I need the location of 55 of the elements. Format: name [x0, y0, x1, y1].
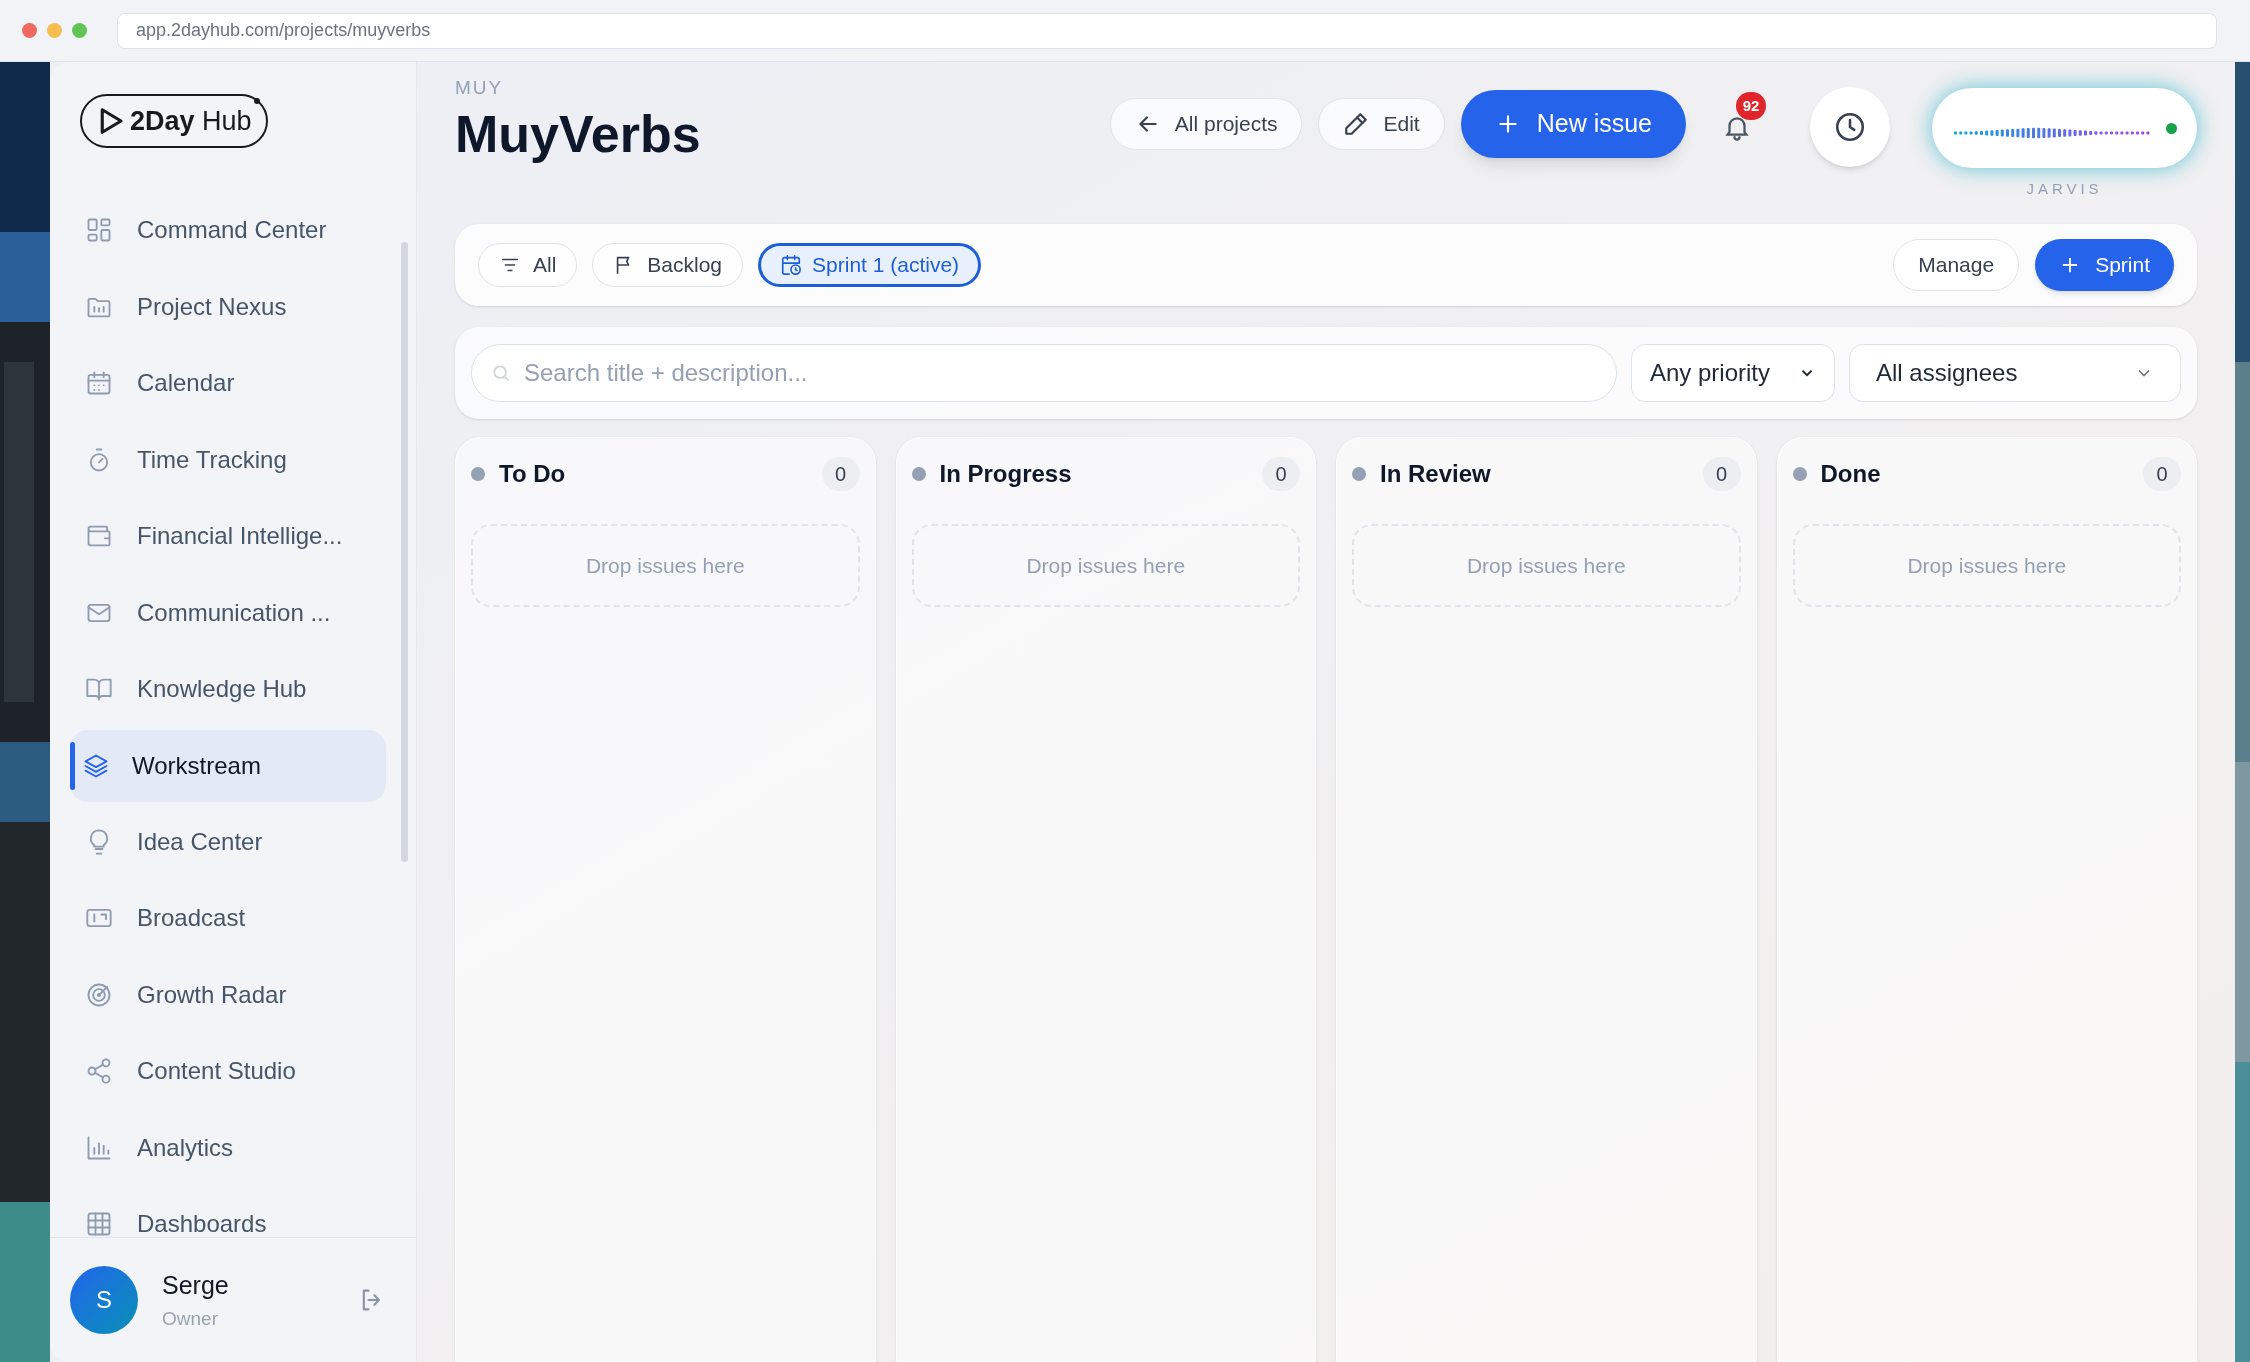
notification-count: 92 — [1736, 92, 1766, 120]
avatar[interactable]: S — [70, 1266, 138, 1334]
search-icon — [491, 363, 511, 383]
sidebar-item[interactable]: Knowledge Hub — [70, 651, 386, 728]
all-projects-button[interactable]: All projects — [1109, 98, 1303, 150]
column-title: To Do — [499, 459, 567, 489]
filter-tab[interactable]: All — [478, 243, 578, 287]
sidebar-item[interactable]: Growth Radar — [70, 956, 386, 1033]
pencil-icon — [1343, 111, 1370, 137]
sidebar-item[interactable]: Broadcast — [70, 880, 386, 957]
active-indicator — [70, 741, 75, 790]
share-icon — [85, 1057, 113, 1086]
calendar-clock-icon — [780, 254, 803, 276]
minimize-window-icon[interactable] — [47, 23, 62, 38]
sidebar-item[interactable]: Idea Center — [70, 803, 386, 880]
search-field[interactable]: Search title + description... — [471, 344, 1617, 402]
sidebar-item[interactable]: Calendar — [70, 345, 386, 422]
sidebar-item[interactable]: Time Tracking — [70, 421, 386, 498]
assignee-dropdown[interactable]: All assignees — [1849, 344, 2181, 402]
clock-icon — [1833, 110, 1867, 144]
sidebar-item[interactable]: Dashboards — [70, 1186, 386, 1237]
new-issue-button[interactable]: New issue — [1460, 90, 1686, 158]
project-title: MuyVerbs — [455, 103, 702, 165]
project-key: MUY — [455, 74, 1110, 103]
issue-count: 0 — [1262, 457, 1300, 491]
sidebar-item[interactable]: Workstream — [70, 729, 386, 802]
issue-count: 0 — [1702, 457, 1741, 491]
column-title: Done — [1820, 459, 1882, 489]
sidebar-item[interactable]: Content Studio — [70, 1033, 386, 1110]
manage-button[interactable]: Manage — [1893, 239, 2020, 291]
edit-button[interactable]: Edit — [1318, 98, 1445, 150]
priority-dropdown[interactable]: Any priority — [1631, 344, 1835, 402]
address-bar[interactable]: app.2dayhub.com/projects/muyverbs — [117, 12, 2217, 49]
close-window-icon[interactable] — [22, 23, 37, 38]
sidebar-item[interactable]: Command Center — [70, 192, 386, 269]
sidebar-item[interactable]: Project Nexus — [70, 268, 386, 345]
user-name: Serge — [162, 1270, 230, 1301]
add-sprint-button[interactable]: Sprint — [2035, 239, 2174, 291]
sidebar-item[interactable]: Financial Intellige... — [70, 498, 386, 575]
assistant-label: JARVIS — [2026, 179, 2103, 199]
scrollbar[interactable] — [401, 242, 408, 862]
logo[interactable]: 2Day Hub — [80, 94, 268, 148]
column-title: In Review — [1380, 459, 1492, 489]
brand-name: 2Day Hub — [130, 104, 252, 138]
sidebar-item[interactable]: Communication ... — [70, 574, 386, 651]
filter-tab[interactable]: Backlog — [592, 243, 744, 287]
table-icon — [85, 1210, 113, 1237]
user-role: Owner — [162, 1306, 219, 1331]
issue-count: 0 — [821, 457, 860, 491]
sidebar-item[interactable]: Analytics — [70, 1109, 386, 1186]
maximize-window-icon[interactable] — [72, 23, 87, 38]
column-title: In Progress — [939, 459, 1073, 489]
issue-count: 0 — [2143, 457, 2181, 491]
assistant-widget[interactable] — [1932, 88, 2197, 168]
filter-tab[interactable]: Sprint 1 (active) — [758, 243, 982, 287]
